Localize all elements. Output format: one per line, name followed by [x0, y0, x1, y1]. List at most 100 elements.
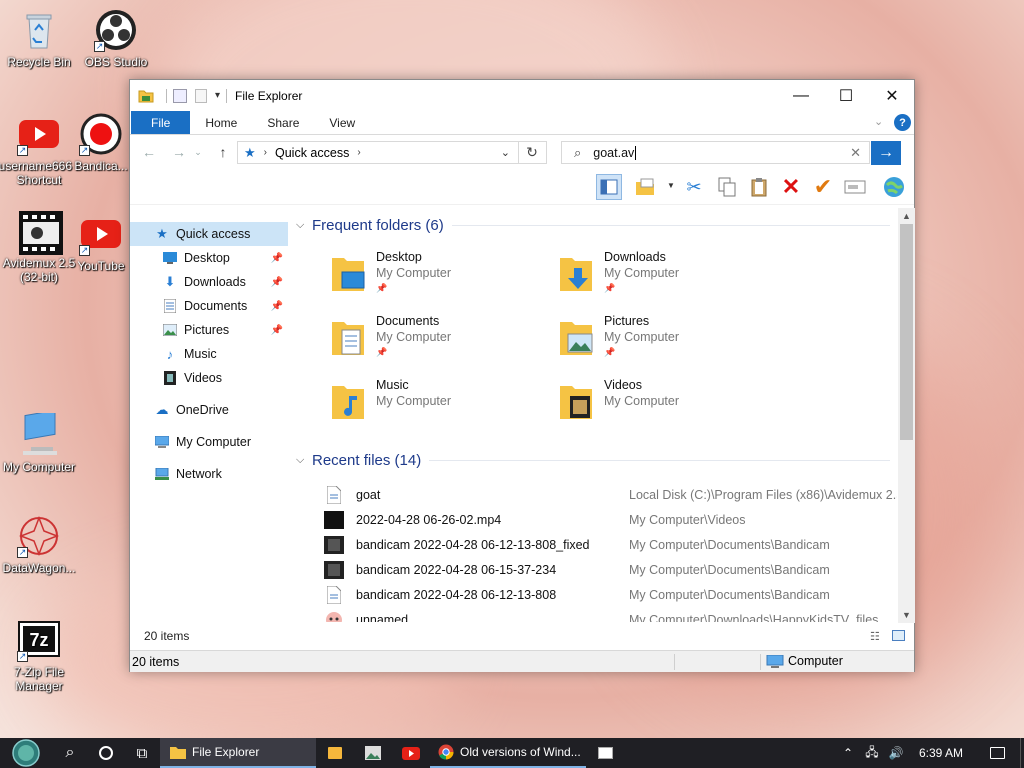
maximize-button[interactable]: ☐ [823, 80, 869, 111]
desktop-icon-avidemux[interactable]: Avidemux 2.5 (32-bit) [0, 209, 82, 284]
nav-my-computer[interactable]: My Computer [130, 430, 289, 454]
clock[interactable]: 6:39 AM [908, 738, 974, 768]
pin-icon[interactable]: 📌 [271, 277, 283, 288]
breadcrumb[interactable]: Quick access [275, 146, 349, 160]
scroll-up-icon[interactable]: ▲ [898, 209, 915, 223]
search-button[interactable]: ⌕ [52, 738, 88, 768]
file-row[interactable]: bandicam 2022-04-28 06-12-13-808 My Comp… [290, 582, 900, 607]
confirm-icon[interactable]: ✔ [810, 174, 836, 200]
large-icons-view-icon[interactable] [892, 630, 905, 641]
nav-network[interactable]: Network [130, 462, 289, 486]
file-row[interactable]: unnamed My Computer\Downloads\HappyKidsT… [290, 607, 900, 622]
tab-view[interactable]: View [314, 111, 370, 134]
nav-onedrive[interactable]: ☁ OneDrive [130, 398, 289, 422]
address-bar[interactable]: ★ › Quick access › ⌄ [237, 141, 519, 164]
taskbar-youtube[interactable] [392, 738, 430, 768]
recent-files-header[interactable]: ⌵ Recent files (14) [290, 447, 900, 473]
back-button[interactable]: ← [138, 142, 160, 162]
volume-icon[interactable]: 🔊 [884, 738, 908, 768]
nav-pictures[interactable]: Pictures 📌 [130, 318, 289, 342]
start-button[interactable] [0, 738, 52, 768]
folder-tile-documents[interactable]: Documents My Computer 📌 [330, 314, 550, 374]
recent-locations-chevron-icon[interactable]: ⌄ [192, 142, 204, 162]
desktop-icon-datawagon[interactable]: ↗ DataWagon... [0, 514, 82, 575]
task-view-button[interactable]: ⧉ [124, 738, 160, 768]
preview-pane-icon[interactable] [596, 174, 622, 200]
taskbar-file-explorer[interactable]: File Explorer [160, 738, 316, 768]
cut-icon[interactable]: ✂ [681, 174, 707, 200]
tab-file[interactable]: File [131, 111, 191, 134]
pin-icon[interactable]: 📌 [271, 325, 283, 336]
taskbar-chrome[interactable]: Old versions of Wind... [430, 738, 586, 768]
cortana-button[interactable] [88, 738, 124, 768]
desktop-icon-bandicam[interactable]: ↗ Bandica... [73, 112, 129, 173]
folder-tile-videos[interactable]: Videos My Computer [558, 378, 778, 438]
address-dropdown-icon[interactable]: ⌄ [501, 146, 510, 159]
nav-label: Videos [184, 371, 222, 385]
nav-downloads[interactable]: ⬇ Downloads 📌 [130, 270, 289, 294]
expand-ribbon-chevron-icon[interactable]: ⌄ [874, 115, 883, 128]
search-input[interactable]: goat.av [593, 145, 637, 160]
globe-icon[interactable] [881, 174, 907, 200]
collapse-chevron-icon[interactable]: ⌵ [296, 219, 312, 232]
show-desktop-button[interactable] [1020, 738, 1024, 768]
nav-quick-access[interactable]: ★ Quick access [130, 222, 288, 246]
forward-button[interactable]: → [168, 142, 190, 162]
nav-documents[interactable]: Documents 📌 [130, 294, 289, 318]
status-location: Computer [788, 654, 843, 668]
taskbar-photos[interactable] [354, 738, 392, 768]
details-view-icon[interactable]: ☷ [870, 630, 880, 643]
customize-chevron-icon[interactable]: ▾ [215, 90, 220, 101]
folder-tile-downloads[interactable]: Downloads My Computer 📌 [558, 250, 778, 310]
up-button[interactable]: ↑ [212, 142, 234, 162]
paste-icon[interactable] [746, 174, 772, 200]
show-hidden-icons-button[interactable]: ⌃ [836, 738, 860, 768]
desktop-icon-youtube-shortcut[interactable]: ↗ username666 - Shortcut [0, 112, 82, 187]
collapse-chevron-icon[interactable]: ⌵ [296, 454, 312, 467]
refresh-button[interactable]: ↻ [518, 141, 547, 164]
folder-tile-pictures[interactable]: Pictures My Computer 📌 [558, 314, 778, 374]
desktop-icon-7zip[interactable]: 7z ↗ 7-Zip File Manager [0, 618, 82, 693]
view-dropdown-icon[interactable]: ▼ [667, 181, 675, 190]
title-bar[interactable]: ▾ File Explorer — ☐ ✕ [130, 80, 914, 111]
pin-icon[interactable]: 📌 [271, 301, 283, 312]
notifications-button[interactable] [974, 738, 1020, 768]
taskbar-store[interactable] [316, 738, 354, 768]
new-folder-icon[interactable] [195, 88, 207, 103]
tab-home[interactable]: Home [190, 111, 252, 134]
network-tray-icon[interactable]: 🖧 [860, 738, 884, 768]
delete-icon[interactable]: ✕ [778, 174, 804, 200]
search-box[interactable]: ⌕ goat.av ✕ [561, 141, 870, 164]
properties-icon[interactable] [173, 88, 187, 103]
divider [166, 88, 167, 103]
nav-videos[interactable]: Videos [130, 366, 289, 390]
help-icon[interactable]: ? [894, 114, 911, 131]
nav-desktop[interactable]: Desktop 📌 [130, 246, 289, 270]
clear-search-icon[interactable]: ✕ [850, 145, 861, 161]
desktop-icon-recycle-bin[interactable]: Recycle Bin [0, 8, 82, 69]
ribbon-tabs: File Home Share View ⌄ ? [130, 111, 914, 135]
desktop-icon-obs[interactable]: ↗ OBS Studio [73, 8, 159, 69]
vertical-scrollbar[interactable]: ▲ ▼ [898, 208, 915, 623]
frequent-folders-header[interactable]: ⌵ Frequent folders (6) [290, 212, 900, 238]
file-row[interactable]: 2022-04-28 06-26-02.mp4 My Computer\Vide… [290, 507, 900, 532]
scroll-thumb[interactable] [900, 224, 913, 440]
file-row[interactable]: bandicam 2022-04-28 06-12-13-808_fixed M… [290, 532, 900, 557]
folder-tile-music[interactable]: Music My Computer [330, 378, 550, 438]
desktop-icon-my-computer[interactable]: My Computer [0, 409, 82, 474]
file-row[interactable]: bandicam 2022-04-28 06-15-37-234 My Comp… [290, 557, 900, 582]
file-row[interactable]: goat Local Disk (C:)\Program Files (x86)… [290, 482, 900, 507]
taskbar-app[interactable] [586, 738, 624, 768]
desktop-icon-youtube[interactable]: ↗ YouTube [73, 212, 129, 273]
rename-icon[interactable] [842, 174, 868, 200]
select-all-icon[interactable] [632, 174, 658, 200]
close-button[interactable]: ✕ [869, 80, 915, 111]
search-go-button[interactable]: → [871, 141, 901, 165]
minimize-button[interactable]: — [778, 80, 824, 111]
folder-tile-desktop[interactable]: Desktop My Computer 📌 [330, 250, 550, 310]
scroll-down-icon[interactable]: ▼ [898, 608, 915, 622]
tab-share[interactable]: Share [252, 111, 314, 134]
pin-icon[interactable]: 📌 [271, 253, 283, 264]
nav-music[interactable]: ♪ Music [130, 342, 289, 366]
copy-icon[interactable] [714, 174, 740, 200]
